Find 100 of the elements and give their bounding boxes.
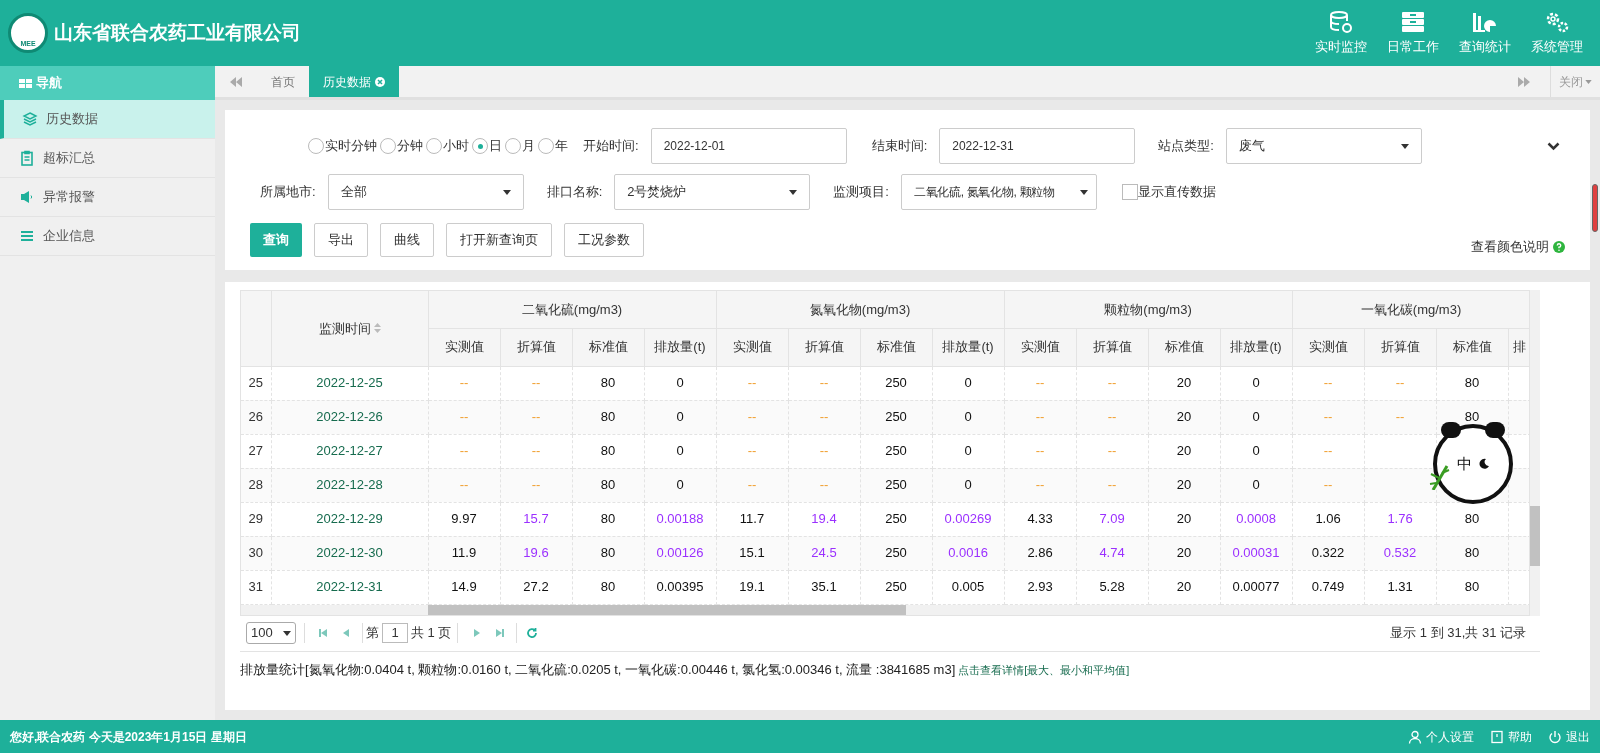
period-radio[interactable]: 实时分钟: [308, 136, 377, 156]
action-button[interactable]: 打开新查询页: [446, 223, 552, 257]
sort-icon: [373, 323, 381, 334]
column-header[interactable]: 监测时间: [271, 291, 428, 366]
caret-icon: [789, 189, 798, 195]
value-cell: 80: [1436, 570, 1509, 604]
city-select[interactable]: 全部: [327, 174, 524, 210]
column-header: 排放量(t): [644, 328, 716, 366]
column-header: 标准值: [860, 328, 932, 366]
help-icon: [1553, 241, 1565, 253]
column-header: 排放量(t): [932, 328, 1005, 366]
color-help-link[interactable]: 查看颜色说明: [1471, 237, 1565, 257]
value-cell: 19.1: [716, 570, 788, 604]
site-type-select[interactable]: 废气: [1225, 128, 1422, 164]
page-size-select[interactable]: 100: [246, 622, 296, 644]
greeting-text: 您好,联合农药 今天是2023年1月15日 星期日: [10, 728, 247, 746]
group-header: 氮氧化物(mg/m3): [716, 291, 1005, 328]
drawer-icon: [1400, 9, 1426, 34]
value-cell: 0.749: [1292, 570, 1365, 604]
page-number-field[interactable]: 1: [382, 623, 408, 643]
previous-page-icon[interactable]: [341, 628, 351, 638]
column-header: 排放量(t): [1220, 328, 1293, 366]
period-radio[interactable]: 小时: [426, 136, 469, 156]
direct-data-checkbox[interactable]: 显示直传数据: [1121, 182, 1216, 202]
field-label: 站点类型:: [1158, 137, 1214, 156]
caret-icon: [1585, 79, 1592, 84]
record-summary: 显示 1 到 31,共 31 记录: [1390, 624, 1526, 643]
value-cell: 2.93: [1004, 570, 1077, 604]
refresh-icon[interactable]: [526, 627, 539, 639]
column-header: 折算值: [1364, 328, 1437, 366]
caret-icon: [1079, 189, 1088, 195]
column-header: 实测值: [1004, 328, 1077, 366]
value-cell: 35.1: [788, 570, 860, 604]
caret-icon: [283, 630, 291, 636]
group-header: 颗粒物(mg/m3): [1004, 291, 1293, 328]
leaf-icon: [1429, 464, 1451, 490]
menu-icon: [19, 228, 35, 244]
period-radio[interactable]: 月: [505, 136, 535, 156]
items-select[interactable]: 二氧化硫, 氮氧化物, 颗粒物: [900, 174, 1097, 210]
value-cell: 0.00077: [1220, 570, 1293, 604]
period-radio[interactable]: 分钟: [380, 136, 423, 156]
clipboard-icon: [19, 150, 35, 166]
row-number: 31: [241, 570, 271, 604]
user-icon: [1408, 729, 1422, 744]
action-button[interactable]: 工况参数: [564, 223, 644, 257]
sidebar-item[interactable]: 历史数据: [0, 100, 215, 139]
period-radio[interactable]: 年: [538, 136, 568, 156]
column-header: 标准值: [1436, 328, 1509, 366]
book-icon: [1490, 729, 1504, 744]
scroll-right-icon[interactable]: [1518, 76, 1530, 87]
column-header: 实测值: [1292, 328, 1365, 366]
emission-summary: 排放量统计[氮氧化物:0.0404 t, 颗粒物:0.0160 t, 二氧化硫:0.0205 t, 一氧化碳:0.00446 t, 氯化氢:0.00346 t, 流量 :3841685 m3]: [240, 660, 956, 679]
field-label: 排口名称:: [546, 183, 603, 202]
start-date-field[interactable]: 2022-12-01: [650, 128, 847, 164]
date-cell: 2022-12-31: [271, 570, 428, 604]
horizontal-scrollbar[interactable]: [241, 604, 1529, 615]
group-header: 二氧化硫(mg/m3): [428, 291, 716, 328]
ear-icon: [1485, 422, 1505, 438]
input-mode-label: 中: [1456, 453, 1472, 474]
tab[interactable]: 首页: [257, 66, 309, 97]
vertical-scrollbar[interactable]: [1530, 290, 1540, 616]
column-header: 标准值: [1148, 328, 1221, 366]
value-cell: 1.31: [1364, 570, 1437, 604]
field-label: 监测项目:: [833, 183, 889, 202]
field-label: 所属地市:: [260, 183, 316, 202]
company-title: 山东省联合农药工业有限公司: [54, 20, 301, 45]
power-icon: [1548, 729, 1562, 744]
value-cell: 250: [860, 570, 932, 604]
scroll-left-icon[interactable]: [230, 77, 242, 87]
database-icon: [1328, 9, 1354, 34]
page-label: 第: [366, 624, 379, 643]
value-cell: 14.9: [428, 570, 500, 604]
column-header: 实测值: [716, 328, 788, 366]
field-label: 开始时间:: [583, 137, 639, 156]
last-page-icon[interactable]: [495, 628, 506, 638]
outlet-select[interactable]: 2号焚烧炉: [614, 174, 811, 210]
moon-icon: [1477, 458, 1490, 470]
column-header: 实测值: [428, 328, 500, 366]
value-cell: 80: [572, 570, 644, 604]
period-radio[interactable]: 日: [472, 136, 502, 156]
caret-icon: [1400, 143, 1409, 149]
caret-icon: [502, 189, 511, 195]
value-cell: 0.005: [932, 570, 1005, 604]
value-cell: 20: [1148, 570, 1221, 604]
action-button[interactable]: 曲线: [380, 223, 434, 257]
action-button[interactable]: 导出: [314, 223, 368, 257]
grid-icon: [19, 78, 32, 88]
first-page-icon[interactable]: [318, 628, 328, 638]
column-header: 折算值: [788, 328, 860, 366]
ear-icon: [1441, 422, 1461, 438]
end-date-field[interactable]: 2022-12-31: [939, 128, 1136, 164]
column-header: 折算值: [500, 328, 572, 366]
chevron-down-icon[interactable]: [1547, 141, 1560, 151]
speaker-icon: [19, 189, 35, 205]
sidebar-title: 导航: [36, 74, 62, 93]
column-header: 折算值: [1076, 328, 1149, 366]
value-cell: 5.28: [1076, 570, 1149, 604]
column-header: 标准值: [572, 328, 644, 366]
close-icon[interactable]: [375, 76, 385, 87]
details-link[interactable]: 点击查看详情[最大、最小和平均值]: [958, 661, 1130, 678]
